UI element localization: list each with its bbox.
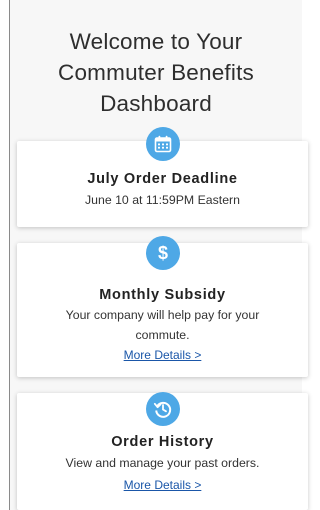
dashboard-panel: Welcome to Your Commuter Benefits Dashbo… (9, 0, 308, 510)
card-description: Your company will help pay for your comm… (17, 305, 308, 345)
card-title: July Order Deadline (87, 171, 238, 187)
order-history-card: Order History View and manage your past … (17, 392, 308, 510)
history-icon (145, 392, 180, 426)
page-title-line-2: Commuter Benefits (58, 60, 254, 85)
more-details-link[interactable]: More Details > (17, 478, 308, 492)
card-description: View and manage your past orders. (65, 456, 260, 470)
page-title-line-1: Welcome to Your (69, 29, 243, 54)
card-description: June 10 at 11:59PM Eastern (85, 193, 240, 207)
monthly-subsidy-card: $ Monthly Subsidy Your company will help… (17, 236, 308, 377)
order-deadline-card: July Order Deadline June 10 at 11:59PM E… (17, 127, 308, 227)
svg-text:$: $ (157, 243, 167, 263)
card-description-line-2: commute. (135, 328, 190, 342)
calendar-icon (145, 127, 180, 161)
page-title-line-3: Dashboard (100, 91, 212, 116)
card-title: Order History (111, 434, 214, 450)
page-title: Welcome to Your Commuter Benefits Dashbo… (10, 26, 302, 119)
dollar-icon: $ (145, 236, 180, 270)
card-title: Monthly Subsidy (99, 287, 226, 303)
more-details-link[interactable]: More Details > (17, 348, 308, 362)
card-description-line-1: Your company will help pay for your (65, 308, 260, 322)
